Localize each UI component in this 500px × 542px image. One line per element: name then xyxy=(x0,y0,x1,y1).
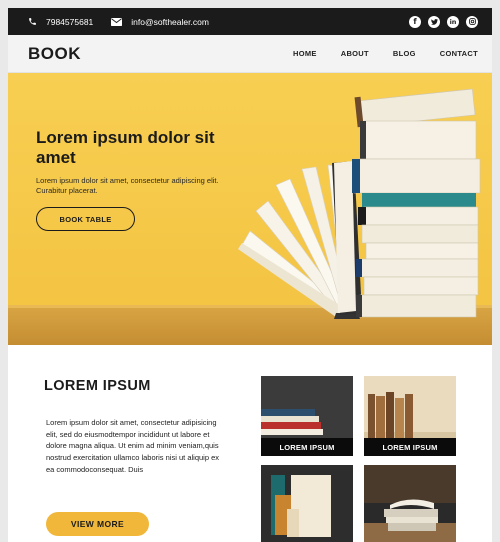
site-logo[interactable]: BOOK xyxy=(28,44,81,64)
phone-number: 7984575681 xyxy=(46,16,94,27)
phone-contact[interactable]: 7984575681 xyxy=(28,17,93,27)
phone-icon xyxy=(28,17,37,26)
main-nav: BOOK HOME ABOUT BLOG CONTACT xyxy=(8,35,492,73)
instagram-icon[interactable] xyxy=(466,15,478,28)
social-links: f in xyxy=(409,15,478,28)
nav-item-blog[interactable]: BLOG xyxy=(393,49,416,58)
page-frame: 7984575681 info@softhealer.com f in BOOK… xyxy=(8,8,492,542)
envelope-icon xyxy=(111,17,123,26)
gallery-tile[interactable] xyxy=(364,465,456,542)
nav-item-home[interactable]: HOME xyxy=(293,49,317,58)
top-bar: 7984575681 info@softhealer.com f in xyxy=(8,8,492,35)
open-book-image xyxy=(364,465,456,542)
facebook-icon[interactable]: f xyxy=(409,15,421,28)
email-contact[interactable]: info@softhealer.com xyxy=(111,17,209,27)
tile-caption: LOREM IPSUM xyxy=(364,438,456,456)
section-text: Lorem ipsum dolor sit amet, consectetur … xyxy=(46,418,220,474)
tile-caption: LOREM IPSUM xyxy=(261,438,353,456)
nav-menu: HOME ABOUT BLOG CONTACT xyxy=(293,49,478,58)
nav-item-about[interactable]: ABOUT xyxy=(341,49,369,58)
gallery-tile[interactable] xyxy=(261,465,353,542)
section-title: LOREM IPSUM xyxy=(44,378,151,394)
hero-title: Lorem ipsum dolor sit amet xyxy=(36,128,215,167)
gallery-tile[interactable]: LOREM IPSUM xyxy=(364,376,456,456)
book-pile-image xyxy=(261,465,353,542)
book-table-button[interactable]: BOOK TABLE xyxy=(36,207,135,231)
twitter-icon[interactable] xyxy=(428,15,440,28)
hero-text: Lorem ipsum dolor sit amet, consectetur … xyxy=(36,176,219,195)
view-more-button[interactable]: VIEW MORE xyxy=(46,512,149,536)
nav-item-contact[interactable]: CONTACT xyxy=(440,49,478,58)
email-address: info@softhealer.com xyxy=(131,16,209,27)
hero-banner: Lorem ipsum dolor sit amet Lorem ipsum d… xyxy=(8,73,492,345)
gallery-tile[interactable]: LOREM IPSUM xyxy=(261,376,353,456)
books-stack-image xyxy=(238,88,481,319)
content-section: LOREM IPSUM Lorem ipsum dolor sit amet, … xyxy=(8,345,492,542)
linkedin-icon[interactable]: in xyxy=(447,15,459,28)
